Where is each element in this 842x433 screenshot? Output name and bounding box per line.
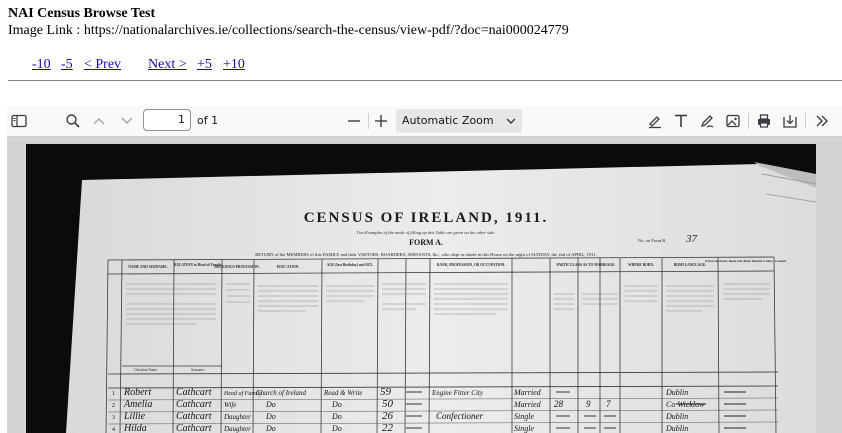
page-number-input[interactable]: 1 bbox=[143, 109, 191, 131]
pdf-page: CENSUS OF IRELAND, 1911. Two Examples of… bbox=[26, 144, 816, 433]
row-born: Co Wicklow bbox=[666, 400, 705, 409]
image-link-label: Image Link : bbox=[8, 23, 84, 38]
row-marriage: Single bbox=[514, 424, 534, 433]
row-relation: Daughter bbox=[223, 413, 251, 421]
col-age-header: AGE (last Birthday) and SEX. bbox=[327, 263, 374, 267]
plus-icon[interactable] bbox=[369, 110, 393, 132]
row-surname: Cathcart bbox=[176, 423, 212, 433]
census-subheading: Two Examples of the mode of filling up t… bbox=[356, 230, 495, 235]
row-surname: Cathcart bbox=[176, 387, 212, 398]
row-marriage: Single bbox=[514, 412, 534, 421]
row-religion: Do bbox=[265, 400, 276, 409]
col-occupation-header: RANK, PROFESSION, OR OCCUPATION. bbox=[437, 263, 505, 267]
col-education-header: EDUCATION. bbox=[277, 265, 300, 269]
nav-prev-link[interactable]: < Prev bbox=[84, 57, 121, 73]
row-born: Dublin bbox=[665, 424, 688, 433]
sidebar-toggle-icon[interactable] bbox=[7, 110, 31, 132]
row-occupation: Confectioner bbox=[436, 411, 483, 421]
row-relation: Wife bbox=[224, 401, 236, 409]
row-num: 2 bbox=[112, 403, 115, 409]
chevron-down-icon bbox=[506, 111, 516, 140]
draw-icon[interactable] bbox=[695, 110, 719, 132]
toolbar-separator bbox=[805, 113, 806, 129]
highlight-icon[interactable] bbox=[643, 110, 667, 132]
toolbar-separator bbox=[748, 113, 749, 129]
pdf-toolbar: 1 of 1 Automatic Zoom bbox=[7, 106, 842, 137]
col-born-header: WHERE BORN. bbox=[628, 263, 654, 267]
row-age: 26 bbox=[382, 410, 394, 422]
row-education: Do bbox=[331, 400, 342, 409]
col-marriage-header: PARTICULARS AS TO MARRIAGE. bbox=[557, 263, 616, 267]
form-no-label: No. on Form B. bbox=[638, 238, 666, 243]
row-num: 3 bbox=[112, 415, 115, 421]
row-born: Dublin bbox=[665, 388, 688, 397]
col-religion-header: RELIGIOUS PROFESSION. bbox=[214, 265, 259, 269]
row-age: 59 bbox=[380, 386, 392, 398]
chevron-down-icon[interactable] bbox=[115, 110, 139, 132]
pdf-viewer: 1 of 1 Automatic Zoom CENSUS OF IRELAND,… bbox=[7, 106, 842, 433]
image-link-url[interactable]: https://nationalarchives.ie/collections/… bbox=[84, 23, 569, 38]
row-religion: Do bbox=[265, 424, 276, 433]
row-relation: Daughter bbox=[223, 425, 251, 433]
row-education: Do bbox=[331, 424, 342, 433]
row-occupation: Engine Fitter City bbox=[431, 389, 484, 397]
row-first-name: Lillie bbox=[123, 411, 146, 422]
form-no-value: 37 bbox=[685, 233, 698, 245]
search-icon[interactable] bbox=[61, 110, 85, 132]
row-first-name: Amelia bbox=[123, 399, 152, 410]
zoom-select[interactable]: Automatic Zoom bbox=[396, 109, 522, 133]
col-irish-header: IRISH LANGUAGE. bbox=[674, 263, 707, 267]
children-born: 9 bbox=[586, 399, 591, 409]
page-title: NAI Census Browse Test bbox=[8, 6, 156, 21]
chevron-up-icon[interactable] bbox=[87, 110, 111, 132]
col-infirmity-header: If Deaf and Dumb; Dumb only; Blind; Imbe… bbox=[705, 260, 787, 263]
zoom-select-value: Automatic Zoom bbox=[402, 114, 494, 127]
census-form-scan: CENSUS OF IRELAND, 1911. Two Examples of… bbox=[26, 144, 816, 433]
nav-minus10-link[interactable]: -10 bbox=[32, 57, 51, 73]
print-icon[interactable] bbox=[752, 110, 776, 132]
nav-next-link[interactable]: Next > bbox=[148, 57, 187, 73]
row-first-name: Hilda bbox=[123, 423, 147, 433]
nav-minus5-link[interactable]: -5 bbox=[61, 57, 73, 73]
row-born: Dublin bbox=[665, 412, 688, 421]
nav-plus5-link[interactable]: +5 bbox=[197, 57, 212, 73]
minus-icon[interactable] bbox=[342, 110, 366, 132]
image-icon[interactable] bbox=[721, 110, 745, 132]
text-icon[interactable] bbox=[669, 110, 693, 132]
double-chevron-right-icon[interactable] bbox=[810, 110, 834, 132]
subcol-christian-name: Christian Name. bbox=[134, 368, 158, 372]
row-education: Read & Write bbox=[323, 389, 363, 397]
row-religion: Church of Ireland bbox=[256, 389, 307, 397]
row-marriage: Married bbox=[513, 400, 542, 409]
subcol-surname: Surname. bbox=[191, 368, 205, 372]
form-label: FORM A. bbox=[409, 238, 443, 247]
row-marriage: Married bbox=[513, 388, 542, 397]
image-link-line: Image Link : https://nationalarchives.ie… bbox=[8, 23, 569, 39]
col-name-header: NAME AND SURNAME. bbox=[128, 265, 168, 269]
row-age: 50 bbox=[382, 398, 394, 410]
census-heading: CENSUS OF IRELAND, 1911. bbox=[304, 210, 549, 226]
row-num: 1 bbox=[112, 391, 115, 397]
row-num: 4 bbox=[112, 427, 115, 433]
row-religion: Do bbox=[265, 412, 276, 421]
row-surname: Cathcart bbox=[176, 411, 212, 422]
divider bbox=[8, 80, 842, 81]
row-surname: Cathcart bbox=[176, 399, 212, 410]
row-age: 22 bbox=[382, 422, 394, 433]
marriage-years: 28 bbox=[554, 399, 564, 409]
children-living: 7 bbox=[606, 399, 611, 409]
page-count-label: of 1 bbox=[197, 114, 219, 127]
row-first-name: Robert bbox=[123, 387, 151, 398]
download-icon[interactable] bbox=[778, 110, 802, 132]
nav-plus10-link[interactable]: +10 bbox=[223, 57, 245, 73]
row-education: Do bbox=[331, 412, 342, 421]
